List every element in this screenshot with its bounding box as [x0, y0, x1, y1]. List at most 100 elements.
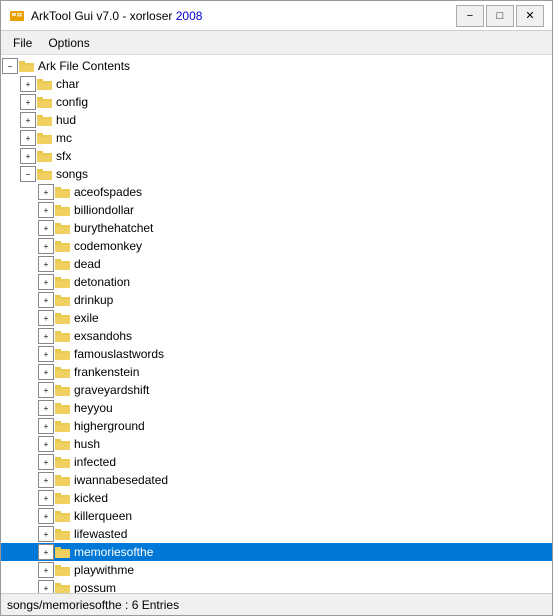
item-label-graveyardshift: graveyardshift	[74, 383, 149, 397]
expand-btn-config[interactable]: +	[20, 94, 36, 110]
folder-icon	[55, 545, 71, 559]
tree-item-higherground[interactable]: + higherground	[1, 417, 552, 435]
title-bar-left: ArkTool Gui v7.0 - xorloser 2008	[9, 8, 202, 24]
item-label-root: Ark File Contents	[38, 59, 130, 73]
tree-item-hush[interactable]: + hush	[1, 435, 552, 453]
expand-btn-aceofspades[interactable]: +	[38, 184, 54, 200]
item-label-frankenstein: frankenstein	[74, 365, 139, 379]
item-label-lifewasted: lifewasted	[74, 527, 127, 541]
expand-btn-famouslastwords[interactable]: +	[38, 346, 54, 362]
expand-btn-songs[interactable]: −	[20, 166, 36, 182]
tree-item-billiondollar[interactable]: + billiondollar	[1, 201, 552, 219]
expand-btn-drinkup[interactable]: +	[38, 292, 54, 308]
expand-btn-higherground[interactable]: +	[38, 418, 54, 434]
expand-btn-playwithme[interactable]: +	[38, 562, 54, 578]
folder-icon	[55, 437, 71, 451]
expand-btn-killerqueen[interactable]: +	[38, 508, 54, 524]
item-label-detonation: detonation	[74, 275, 130, 289]
tree-item-frankenstein[interactable]: + frankenstein	[1, 363, 552, 381]
menu-bar: File Options	[1, 31, 552, 55]
tree-item-burythehatchet[interactable]: + burythehatchet	[1, 219, 552, 237]
content-area: − Ark File Contents+ char+ config+ hud+ …	[1, 55, 552, 593]
tree-item-exsandohs[interactable]: + exsandohs	[1, 327, 552, 345]
expand-btn-hud[interactable]: +	[20, 112, 36, 128]
expand-btn-sfx[interactable]: +	[20, 148, 36, 164]
item-label-playwithme: playwithme	[74, 563, 134, 577]
folder-icon	[55, 257, 71, 271]
title-year: 2008	[176, 9, 203, 23]
tree-item-lifewasted[interactable]: + lifewasted	[1, 525, 552, 543]
folder-icon	[55, 203, 71, 217]
tree-item-mc[interactable]: + mc	[1, 129, 552, 147]
item-label-config: config	[56, 95, 88, 109]
expand-btn-root[interactable]: −	[2, 58, 18, 74]
expand-btn-infected[interactable]: +	[38, 454, 54, 470]
item-label-aceofspades: aceofspades	[74, 185, 142, 199]
tree-item-kicked[interactable]: + kicked	[1, 489, 552, 507]
expand-btn-burythehatchet[interactable]: +	[38, 220, 54, 236]
item-label-dead: dead	[74, 257, 101, 271]
expand-btn-dead[interactable]: +	[38, 256, 54, 272]
folder-icon	[55, 473, 71, 487]
tree-item-dead[interactable]: + dead	[1, 255, 552, 273]
item-label-drinkup: drinkup	[74, 293, 113, 307]
expand-btn-graveyardshift[interactable]: +	[38, 382, 54, 398]
status-bar: songs/memoriesofthe : 6 Entries	[1, 593, 552, 615]
tree-item-char[interactable]: + char	[1, 75, 552, 93]
tree-item-memoriesofthe[interactable]: + memoriesofthe	[1, 543, 552, 561]
tree-item-detonation[interactable]: + detonation	[1, 273, 552, 291]
folder-icon	[55, 455, 71, 469]
tree-panel[interactable]: − Ark File Contents+ char+ config+ hud+ …	[1, 55, 552, 593]
tree-item-famouslastwords[interactable]: + famouslastwords	[1, 345, 552, 363]
tree-item-config[interactable]: + config	[1, 93, 552, 111]
expand-btn-hush[interactable]: +	[38, 436, 54, 452]
folder-icon	[37, 167, 53, 181]
expand-btn-exile[interactable]: +	[38, 310, 54, 326]
expand-btn-iwannabesedated[interactable]: +	[38, 472, 54, 488]
expand-btn-kicked[interactable]: +	[38, 490, 54, 506]
menu-options[interactable]: Options	[40, 34, 97, 52]
expand-btn-memoriesofthe[interactable]: +	[38, 544, 54, 560]
item-label-hud: hud	[56, 113, 76, 127]
tree-item-killerqueen[interactable]: + killerqueen	[1, 507, 552, 525]
folder-icon	[55, 491, 71, 505]
minimize-button[interactable]: −	[456, 5, 484, 27]
folder-icon	[55, 383, 71, 397]
expand-btn-mc[interactable]: +	[20, 130, 36, 146]
item-label-heyyou: heyyou	[74, 401, 113, 415]
tree-item-songs[interactable]: − songs	[1, 165, 552, 183]
expand-btn-possum[interactable]: +	[38, 580, 54, 593]
tree-item-drinkup[interactable]: + drinkup	[1, 291, 552, 309]
item-label-infected: infected	[74, 455, 116, 469]
tree-item-sfx[interactable]: + sfx	[1, 147, 552, 165]
tree-item-playwithme[interactable]: + playwithme	[1, 561, 552, 579]
tree-item-hud[interactable]: + hud	[1, 111, 552, 129]
tree-item-heyyou[interactable]: + heyyou	[1, 399, 552, 417]
tree-item-possum[interactable]: + possum	[1, 579, 552, 593]
status-text: songs/memoriesofthe : 6 Entries	[7, 598, 179, 612]
tree-item-iwannabesedated[interactable]: + iwannabesedated	[1, 471, 552, 489]
expand-btn-lifewasted[interactable]: +	[38, 526, 54, 542]
main-window: ArkTool Gui v7.0 - xorloser 2008 − □ ✕ F…	[0, 0, 553, 616]
menu-file[interactable]: File	[5, 34, 40, 52]
tree-item-infected[interactable]: + infected	[1, 453, 552, 471]
expand-btn-frankenstein[interactable]: +	[38, 364, 54, 380]
tree-item-codemonkey[interactable]: + codemonkey	[1, 237, 552, 255]
expand-btn-char[interactable]: +	[20, 76, 36, 92]
folder-icon	[55, 509, 71, 523]
item-label-iwannabesedated: iwannabesedated	[74, 473, 168, 487]
maximize-button[interactable]: □	[486, 5, 514, 27]
tree-item-graveyardshift[interactable]: + graveyardshift	[1, 381, 552, 399]
expand-btn-detonation[interactable]: +	[38, 274, 54, 290]
folder-icon	[19, 59, 35, 73]
tree-item-aceofspades[interactable]: + aceofspades	[1, 183, 552, 201]
item-label-famouslastwords: famouslastwords	[74, 347, 164, 361]
folder-icon	[55, 311, 71, 325]
expand-btn-codemonkey[interactable]: +	[38, 238, 54, 254]
expand-btn-billiondollar[interactable]: +	[38, 202, 54, 218]
tree-item-exile[interactable]: + exile	[1, 309, 552, 327]
tree-item-root[interactable]: − Ark File Contents	[1, 57, 552, 75]
expand-btn-heyyou[interactable]: +	[38, 400, 54, 416]
expand-btn-exsandohs[interactable]: +	[38, 328, 54, 344]
close-button[interactable]: ✕	[516, 5, 544, 27]
